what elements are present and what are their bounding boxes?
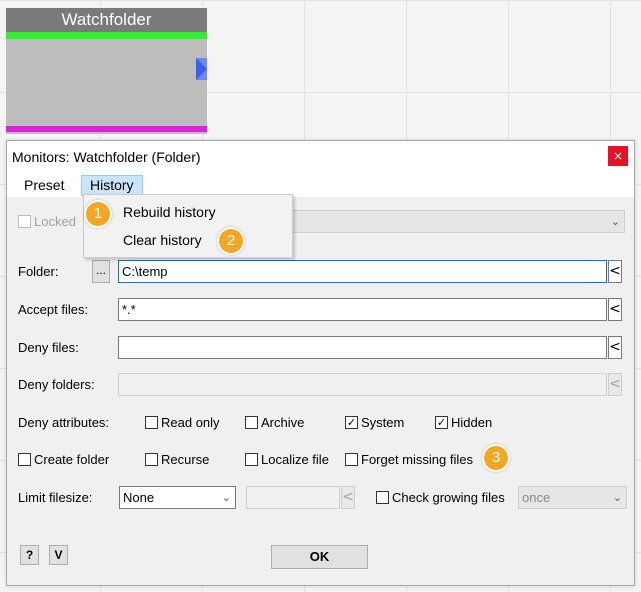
limit-filesize-collapse-button[interactable]: < — [341, 486, 355, 509]
localize-file-checkbox[interactable]: Localize file — [245, 452, 329, 467]
folder-label: Folder: — [18, 264, 59, 279]
checkbox-box — [145, 416, 158, 429]
archive-label: Archive — [261, 415, 305, 430]
accept-files-label: Accept files: — [18, 302, 89, 317]
accept-files-collapse-button[interactable]: < — [608, 298, 622, 321]
help-button[interactable]: ? — [20, 545, 39, 565]
hidden-checkbox[interactable]: ✓ Hidden — [435, 415, 492, 430]
ok-button[interactable]: OK — [271, 545, 368, 569]
deny-folders-input[interactable] — [118, 373, 607, 396]
checkbox-box — [18, 453, 31, 466]
close-button[interactable]: × — [608, 146, 628, 166]
folder-browse-button[interactable]: ... — [92, 260, 110, 283]
checkbox-box — [245, 416, 258, 429]
callout-badge-1: 1 — [84, 200, 112, 228]
menu-preset[interactable]: Preset — [16, 176, 72, 195]
dialog-footer: ? V OK — [7, 531, 634, 585]
system-checkbox[interactable]: ✓ System — [345, 415, 404, 430]
locked-checkbox[interactable]: Locked — [18, 214, 76, 229]
deny-files-collapse-button[interactable]: < — [608, 336, 622, 359]
deny-attributes-label: Deny attributes: — [18, 415, 110, 430]
limit-filesize-input[interactable] — [246, 486, 340, 509]
callout-badge-2: 2 — [217, 227, 245, 255]
limit-filesize-value: None — [123, 490, 155, 505]
localize-file-label: Localize file — [261, 452, 329, 467]
checkbox-box — [145, 453, 158, 466]
deny-folders-label: Deny folders: — [18, 377, 95, 392]
chevron-down-icon: ⌄ — [610, 215, 620, 228]
callout-badge-3: 3 — [482, 444, 510, 472]
read-only-label: Read only — [161, 415, 220, 430]
hidden-label: Hidden — [451, 415, 493, 430]
locked-label: Locked — [34, 214, 76, 229]
folder-input[interactable]: C:\temp — [118, 260, 607, 283]
create-folder-checkbox[interactable]: Create folder — [18, 452, 109, 467]
checkbox-box — [18, 215, 31, 228]
forget-missing-label: Forget missing files — [361, 452, 473, 467]
check-growing-checkbox[interactable]: Check growing files — [376, 490, 505, 505]
growing-select[interactable]: once ⌄ — [518, 486, 627, 509]
title-bar: Monitors: Watchfolder (Folder) × — [7, 141, 634, 173]
dialog-title: Monitors: Watchfolder (Folder) — [12, 149, 201, 165]
recurse-label: Recurse — [161, 452, 210, 467]
system-label: System — [361, 415, 405, 430]
node-input-bar — [6, 32, 207, 39]
node-bottom-bar — [6, 126, 207, 132]
deny-files-label: Deny files: — [18, 340, 79, 355]
check-icon: ✓ — [435, 416, 448, 429]
chevron-down-icon: ⌄ — [221, 491, 231, 504]
accept-files-input[interactable]: *.* — [118, 298, 607, 321]
read-only-checkbox[interactable]: Read only — [145, 415, 220, 430]
deny-folders-collapse-button[interactable]: < — [608, 373, 622, 396]
archive-checkbox[interactable]: Archive — [245, 415, 304, 430]
menu-history[interactable]: History — [81, 175, 143, 196]
watchfolder-node[interactable]: Watchfolder — [6, 8, 207, 134]
node-title: Watchfolder — [6, 8, 207, 32]
rebuild-history-item[interactable]: Rebuild history — [123, 204, 216, 220]
deny-files-input[interactable] — [118, 336, 607, 359]
clear-history-item[interactable]: Clear history — [123, 232, 202, 248]
folder-collapse-button[interactable]: < — [608, 260, 622, 283]
checkbox-box — [245, 453, 258, 466]
limit-filesize-select[interactable]: None ⌄ — [119, 486, 236, 509]
create-folder-label: Create folder — [34, 452, 110, 467]
limit-filesize-label: Limit filesize: — [18, 490, 93, 505]
checkbox-box — [376, 491, 389, 504]
check-growing-label: Check growing files — [392, 490, 505, 505]
history-dropdown: Rebuild history Clear history — [83, 194, 293, 258]
chevron-down-icon: ⌄ — [612, 491, 622, 504]
forget-missing-checkbox[interactable]: Forget missing files — [345, 452, 473, 467]
check-icon: ✓ — [345, 416, 358, 429]
growing-value: once — [522, 490, 551, 505]
recurse-checkbox[interactable]: Recurse — [145, 452, 209, 467]
checkbox-box — [345, 453, 358, 466]
v-button[interactable]: V — [49, 545, 68, 565]
node-port-arrow-icon — [196, 58, 207, 80]
